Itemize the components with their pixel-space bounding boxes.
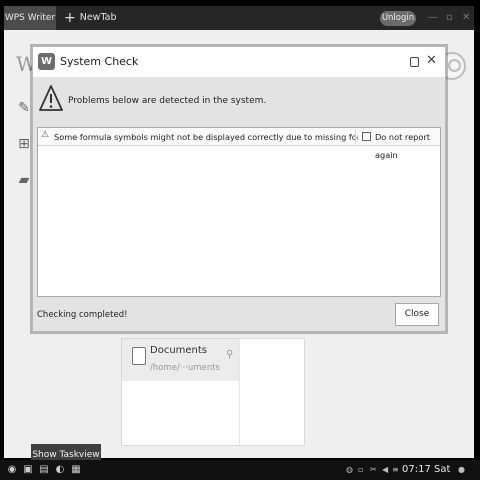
unlogin-button[interactable]: Unlogin — [380, 11, 416, 26]
tab-new-label: NewTab — [79, 12, 117, 23]
tab-wps-writer[interactable]: WPS Writer — [4, 6, 56, 30]
network-icon[interactable]: ≡ — [392, 465, 399, 475]
desktop-screen: WPS Writer + NewTab Unlogin — ▫ ✕ W ✎ ⊞ … — [0, 0, 480, 480]
warning-small-icon: ⚠ — [41, 130, 50, 140]
close-button[interactable]: Close — [395, 303, 439, 326]
column-divider — [355, 130, 356, 144]
file-title: Documents — [150, 345, 208, 356]
launcher-icon[interactable]: ◉ — [6, 464, 18, 476]
dialog-title: System Check — [60, 55, 139, 68]
taskview-icon[interactable]: ▣ — [22, 464, 34, 476]
wps-tabbar: WPS Writer + NewTab Unlogin — ▫ ✕ — [4, 6, 474, 30]
warning-text: Problems below are detected in the syste… — [68, 96, 267, 106]
document-icon — [132, 347, 146, 365]
problem-list[interactable]: ⚠ Some formula symbols might not be disp… — [37, 127, 441, 297]
maximize-icon[interactable]: ▫ — [446, 10, 453, 25]
clock[interactable]: 07:17 Sat — [402, 460, 450, 480]
wps-app-icon: W — [38, 53, 55, 70]
tray-icon[interactable]: ▫ — [358, 465, 363, 475]
warning-icon — [39, 85, 63, 111]
tray-icon[interactable]: ◍ — [346, 465, 353, 475]
taskbar: ◉ ▣ ▤ ◐ ▦ ◍ ▫ ✂ ◀ ≡ 07:17 Sat ● — [0, 460, 480, 480]
do-not-report-label[interactable]: Do not report again — [375, 128, 440, 164]
file-manager-icon[interactable]: ▤ — [38, 464, 50, 476]
volume-icon[interactable]: ◀ — [382, 465, 388, 475]
problem-message: Some formula symbols might not be displa… — [54, 132, 358, 142]
table-row[interactable]: ⚠ Some formula symbols might not be disp… — [38, 128, 440, 160]
plus-icon: + — [64, 10, 76, 26]
tray-icon[interactable]: ✂ — [370, 465, 377, 475]
app-icon[interactable]: ▦ — [70, 464, 82, 476]
do-not-report-checkbox[interactable] — [362, 132, 371, 141]
status-text: Checking completed! — [37, 310, 128, 320]
system-check-dialog: W System Check ✕ Problems below are dete… — [32, 46, 446, 332]
panel-divider — [239, 339, 240, 447]
browser-icon[interactable]: ◐ — [54, 464, 66, 476]
recent-files-panel: Documents /home/···uments ⚲ — [121, 338, 305, 447]
list-item[interactable]: Documents /home/···uments ⚲ — [122, 339, 239, 381]
minimize-icon[interactable]: — — [428, 10, 438, 25]
notification-icon[interactable]: ● — [458, 465, 465, 475]
pin-icon[interactable]: ⚲ — [226, 349, 233, 360]
dialog-titlebar[interactable]: W System Check ✕ — [33, 47, 445, 77]
tab-new[interactable]: + NewTab — [64, 6, 117, 30]
close-icon[interactable]: ✕ — [426, 53, 437, 69]
close-icon[interactable]: ✕ — [462, 10, 470, 25]
warning-banner: Problems below are detected in the syste… — [33, 77, 445, 125]
file-path: /home/···uments — [150, 363, 220, 373]
maximize-icon[interactable] — [410, 57, 419, 67]
